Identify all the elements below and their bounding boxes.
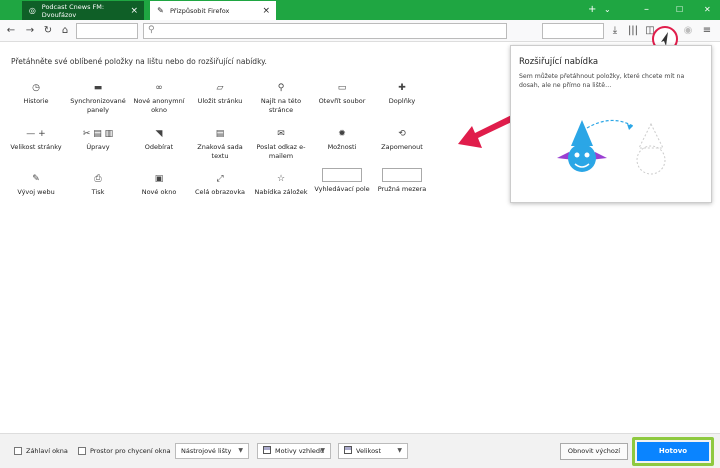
checkbox-box[interactable] <box>78 447 86 455</box>
customize-footer: Záhlaví okna Prostor pro chycení okna Ná… <box>0 433 720 468</box>
toolbars-dropdown[interactable]: Nástrojové lišty ▼ <box>175 443 249 459</box>
chevron-down-icon: ▼ <box>397 447 402 454</box>
checkbox-box[interactable] <box>14 447 22 455</box>
theme-swatch-icon <box>263 446 271 454</box>
density-icon <box>344 446 352 454</box>
checkbox-label: Záhlaví okna <box>26 447 68 455</box>
overflow-illustration <box>557 119 666 175</box>
checkbox-label: Prostor pro chycení okna <box>90 447 171 455</box>
done-button[interactable]: Hotovo <box>637 442 709 461</box>
restore-defaults-button[interactable]: Obnovit výchozí <box>560 443 628 460</box>
title-bar-checkbox[interactable]: Záhlaví okna <box>14 447 68 455</box>
dropdown-label: Motivy vzhledu <box>275 447 325 455</box>
dropdown-label: Nástrojové lišty <box>181 447 232 455</box>
themes-dropdown[interactable]: Motivy vzhledu ▼ <box>257 443 331 459</box>
chevron-down-icon: ▼ <box>238 447 243 454</box>
density-dropdown[interactable]: Velikost ▼ <box>338 443 408 459</box>
done-button-highlight: Hotovo <box>632 437 714 466</box>
chevron-down-icon: ▼ <box>320 447 325 454</box>
overflow-panel-description: Sem můžete přetáhnout položky, které chc… <box>519 73 685 89</box>
overflow-panel-title: Rozšiřující nabídka <box>519 57 599 67</box>
dropdown-label: Velikost <box>356 447 381 455</box>
drag-space-checkbox[interactable]: Prostor pro chycení okna <box>78 447 171 455</box>
overflow-panel: Rozšiřující nabídka Sem můžete přetáhnou… <box>510 45 712 203</box>
